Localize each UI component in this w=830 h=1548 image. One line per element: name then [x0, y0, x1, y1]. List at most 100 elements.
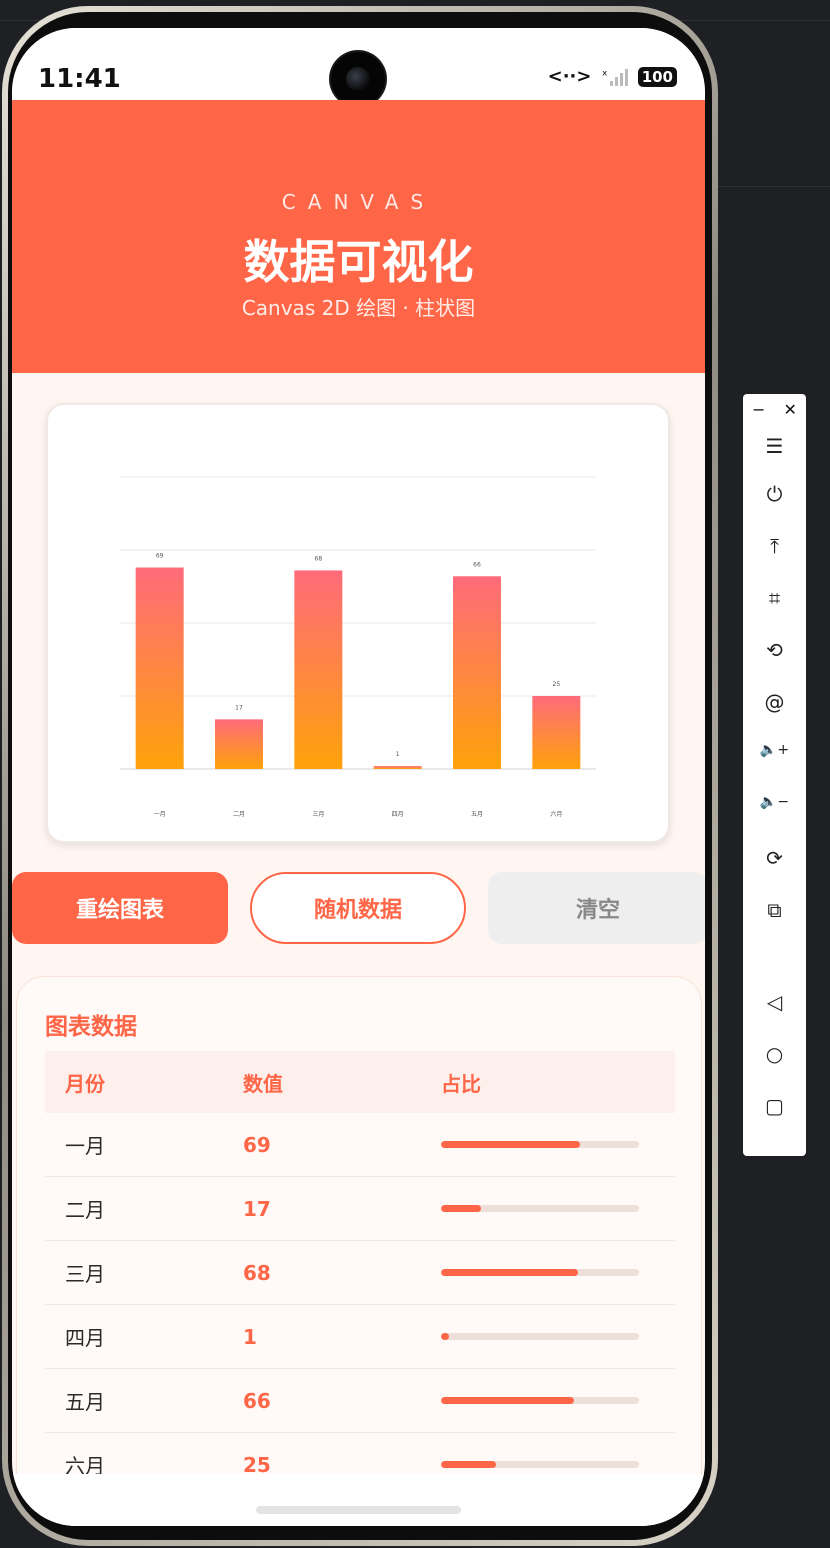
phone-screen: 11:41 <··> ˣ 100 CANVAS 数据可视化 Canvas 2D … [12, 28, 705, 1526]
bar-value-label: 17 [235, 704, 243, 711]
rotate-device-icon[interactable]: ⟳ [743, 846, 806, 870]
page-header: CANVAS 数据可视化 Canvas 2D 绘图 · 柱状图 [12, 100, 705, 373]
power-icon[interactable]: ⏻ [743, 482, 806, 506]
ratio-bar-track [441, 1333, 639, 1340]
data-transfer-icon: <··> [547, 66, 592, 87]
crop-icon[interactable]: ⌗ [743, 586, 806, 610]
category-label: 四月 [392, 811, 404, 818]
table-row: 二月 17 [45, 1177, 675, 1241]
at-icon[interactable]: @ [743, 690, 806, 714]
bar-value-label: 69 [156, 553, 164, 560]
data-table-card: 图表数据 月份 数值 占比 一月 69 二月 17 三月 68 四月 1 五月 66 六月 25 [16, 976, 702, 1526]
minimize-icon[interactable]: − [752, 400, 765, 419]
table-header: 月份 数值 占比 [45, 1051, 675, 1113]
no-network-icon: ˣ [601, 67, 608, 84]
cell-ratio [441, 1141, 675, 1148]
header-eyebrow: CANVAS [281, 190, 436, 214]
table-row: 一月 69 [45, 1113, 675, 1177]
bar-value-label: 1 [396, 751, 400, 758]
cell-ratio [441, 1397, 675, 1404]
page-subtitle: Canvas 2D 绘图 · 柱状图 [241, 296, 476, 320]
cell-value: 17 [243, 1196, 271, 1221]
cell-ratio [441, 1269, 675, 1276]
ratio-bar-track [441, 1205, 639, 1212]
bar-chart: 69 一月 17 二月 68 三月 1 四月 66 五月 25 六月 [120, 476, 596, 818]
table-body: 一月 69 二月 17 三月 68 四月 1 五月 66 六月 25 [45, 1113, 675, 1497]
rotate-icon[interactable]: ⟲ [743, 638, 806, 662]
bar [373, 766, 422, 769]
ratio-bar-track [441, 1461, 639, 1468]
ratio-bar-fill [441, 1269, 578, 1276]
signal-icon: ˣ [601, 67, 628, 86]
home-icon[interactable]: ○ [743, 1042, 806, 1066]
ratio-bar-fill [441, 1333, 449, 1340]
cell-value: 68 [243, 1260, 271, 1285]
volume-down-icon[interactable]: 🔈− [743, 794, 806, 810]
ratio-bar-fill [441, 1205, 481, 1212]
front-camera [331, 52, 385, 106]
cell-value: 69 [243, 1132, 271, 1157]
status-bar: 11:41 <··> ˣ 100 [12, 28, 705, 106]
bar [135, 567, 184, 769]
toolbar-window-controls: − ✕ [743, 400, 806, 419]
bar [215, 719, 263, 769]
cell-month: 五月 [65, 1390, 105, 1414]
emulator-toolbar: − ✕ ☰ ⏻ ⤒ ⌗ ⟲ @ 🔈+ 🔈− ⟳ ⧉ ◁ ○ ▢ [743, 394, 806, 1156]
chart-card: 69 一月 17 二月 68 三月 1 四月 66 五月 25 六月 [46, 403, 670, 843]
cell-month: 四月 [65, 1326, 105, 1350]
back-icon[interactable]: ◁ [743, 990, 806, 1014]
bottom-bar [12, 1474, 705, 1526]
screenshot-icon[interactable]: ⧉ [743, 898, 806, 922]
bar [453, 576, 501, 769]
bar [532, 696, 581, 769]
bar [294, 570, 343, 769]
category-label: 六月 [550, 810, 562, 818]
cell-month: 一月 [65, 1134, 105, 1158]
cell-ratio [441, 1333, 675, 1340]
cell-month: 三月 [65, 1262, 105, 1286]
table-row: 四月 1 [45, 1305, 675, 1369]
redraw-chart-button[interactable]: 重绘图表 [12, 872, 228, 944]
category-label: 五月 [471, 811, 483, 818]
cell-month: 二月 [65, 1198, 105, 1222]
status-time: 11:41 [38, 64, 121, 94]
menu-icon[interactable]: ☰ [743, 434, 806, 458]
bar-value-label: 68 [315, 555, 323, 562]
table-row: 三月 68 [45, 1241, 675, 1305]
status-icons: <··> ˣ 100 [548, 66, 677, 87]
cell-ratio [441, 1205, 675, 1212]
background-divider [712, 186, 830, 187]
upload-icon[interactable]: ⤒ [743, 534, 806, 558]
data-table: 月份 数值 占比 一月 69 二月 17 三月 68 四月 1 五月 66 六月 25 [45, 1051, 675, 1497]
home-indicator[interactable] [256, 1506, 461, 1514]
ratio-bar-track [441, 1397, 639, 1404]
cell-value: 1 [243, 1324, 257, 1349]
ratio-bar-track [441, 1269, 639, 1276]
bar-value-label: 25 [553, 681, 561, 688]
cell-value: 25 [243, 1452, 271, 1477]
camera-lens [346, 67, 370, 91]
data-table-title: 图表数据 [45, 1014, 137, 1040]
random-data-button[interactable]: 随机数据 [250, 872, 466, 944]
desktop-stage: 11:41 <··> ˣ 100 CANVAS 数据可视化 Canvas 2D … [0, 0, 830, 1548]
ratio-bar-track [441, 1141, 639, 1148]
recent-apps-icon[interactable]: ▢ [743, 1094, 806, 1118]
page-title: 数据可视化 [243, 235, 474, 289]
cell-ratio [441, 1461, 675, 1468]
header-value: 数值 [243, 1071, 283, 1096]
category-label: 三月 [312, 811, 324, 818]
category-label: 一月 [154, 811, 166, 818]
ratio-bar-fill [441, 1461, 497, 1468]
ratio-bar-fill [441, 1141, 580, 1148]
table-row: 五月 66 [45, 1369, 675, 1433]
category-label: 二月 [233, 811, 245, 818]
cell-value: 66 [243, 1388, 271, 1413]
header-ratio: 占比 [441, 1071, 481, 1096]
volume-up-icon[interactable]: 🔈+ [743, 742, 806, 758]
close-icon[interactable]: ✕ [784, 400, 797, 419]
ratio-bar-fill [441, 1397, 574, 1404]
header-month: 月份 [65, 1071, 105, 1096]
bar-value-label: 66 [473, 561, 481, 568]
clear-button[interactable]: 清空 [488, 872, 705, 944]
battery-icon: 100 [637, 66, 677, 87]
